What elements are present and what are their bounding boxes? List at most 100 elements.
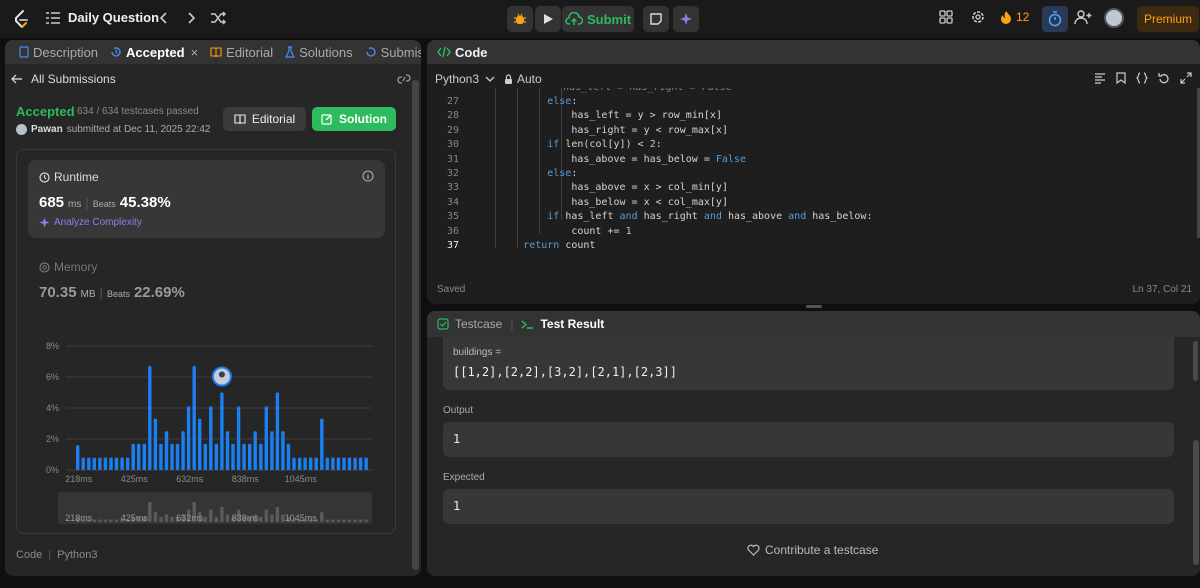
line-number: 35	[446, 211, 459, 223]
chart-bar	[347, 457, 352, 470]
line-code: count += 1	[571, 225, 632, 237]
curly-braces-icon[interactable]	[1136, 72, 1148, 84]
info-icon[interactable]	[362, 170, 374, 182]
close-tab-icon[interactable]: ×	[191, 45, 199, 60]
tab-testcase[interactable]: Testcase	[455, 317, 502, 331]
save-status: Saved	[437, 284, 466, 295]
daily-question-nav[interactable]: Daily Question	[46, 10, 159, 25]
line-code: has_right = y < row_max[x]	[571, 124, 728, 136]
chart-bar	[303, 457, 307, 470]
code-footer-language: Python3	[57, 549, 98, 561]
prev-problem-icon[interactable]	[158, 10, 170, 26]
language-selector[interactable]: Python3	[435, 72, 495, 86]
maximize-icon[interactable]	[1180, 72, 1192, 84]
document-icon	[19, 46, 29, 58]
reset-icon[interactable]	[1158, 72, 1170, 84]
debug-button[interactable]	[507, 6, 533, 32]
code-line: 34 has_below = x < col_max[y]	[427, 196, 1187, 210]
runtime-card[interactable]: Runtime 685 ms | Beats 45.38% Analyze Co…	[28, 160, 385, 238]
next-problem-icon[interactable]	[185, 10, 197, 26]
chart-bar	[320, 418, 324, 470]
top-bar: Daily Question Submit 12 Premium	[0, 0, 1200, 38]
streak-counter[interactable]: 12	[1000, 10, 1029, 24]
layout-grid-icon[interactable]	[938, 9, 954, 25]
code-line: 33 has_above = x > col_min[y]	[427, 181, 1187, 195]
tab-test-result[interactable]: Test Result	[540, 317, 604, 331]
run-button[interactable]	[535, 6, 561, 32]
line-code: else:	[547, 168, 578, 179]
contribute-testcase-label: Contribute a testcase	[765, 543, 879, 557]
shuffle-icon[interactable]	[210, 10, 226, 26]
chart-bar	[253, 431, 257, 471]
tab-solutions-label: Solutions	[299, 44, 353, 60]
premium-button[interactable]: Premium	[1137, 6, 1199, 32]
code-line: 35 if has_left and has_right and has_abo…	[427, 210, 1187, 224]
user-avatar[interactable]	[1104, 8, 1124, 28]
chart-bar	[203, 443, 207, 470]
brush-bar	[92, 519, 96, 522]
brush-tick-label: 425ms	[121, 513, 149, 523]
chart-bar	[76, 445, 80, 470]
contribute-testcase-link[interactable]: Contribute a testcase	[747, 543, 878, 557]
code-area[interactable]: has_left = has_right = False 27 else:28 …	[427, 88, 1200, 278]
chart-bar	[342, 457, 346, 470]
settings-gear-icon[interactable]	[970, 9, 986, 25]
solution-button[interactable]: Solution	[312, 107, 396, 131]
panel-resize-handle[interactable]	[806, 305, 822, 308]
submitter-name[interactable]: Pawan	[31, 124, 63, 135]
play-icon	[542, 13, 554, 25]
output-value[interactable]: 1	[453, 432, 460, 446]
tab-solutions[interactable]: Solutions	[279, 40, 358, 64]
input-value[interactable]: [[1,2],[2,2],[3,2],[2,1],[2,3]]	[453, 365, 677, 379]
chart-bar	[314, 457, 318, 470]
ai-assist-button[interactable]	[673, 6, 699, 32]
format-lines-icon[interactable]	[1094, 72, 1106, 84]
line-number: 27	[446, 96, 459, 107]
chart-bar	[109, 457, 113, 470]
solution-button-label: Solution	[339, 112, 387, 126]
runtime-beats-value: 45.38%	[119, 194, 171, 211]
leetcode-logo-icon[interactable]	[12, 9, 30, 29]
brush-bar	[320, 512, 324, 522]
test-panel-scrollbar[interactable]	[1193, 440, 1199, 565]
brush-bar	[270, 514, 274, 522]
line-code: else:	[547, 96, 578, 107]
tab-description[interactable]: Description	[13, 40, 104, 64]
share-link-icon[interactable]	[397, 73, 411, 85]
add-friend-icon[interactable]	[1074, 9, 1092, 25]
analyze-complexity-button[interactable]: Analyze Complexity	[39, 217, 142, 228]
notes-button[interactable]	[643, 6, 669, 32]
line-code: return count	[523, 240, 596, 251]
chart-bar	[220, 392, 224, 470]
chart-bar	[192, 366, 196, 470]
flask-icon	[285, 46, 296, 58]
code-brackets-icon	[437, 46, 451, 58]
timer-button[interactable]	[1042, 6, 1068, 32]
all-submissions-link[interactable]: All Submissions	[11, 72, 116, 86]
tab-editorial[interactable]: Editorial	[204, 40, 279, 64]
editorial-button[interactable]: Editorial	[223, 107, 306, 131]
brush-tick-label: 632ms	[176, 513, 204, 523]
line-code: has_above = x > col_min[y]	[571, 182, 728, 194]
code-language-row: Code | Python3	[16, 549, 98, 561]
left-panel-scrollbar[interactable]	[412, 80, 419, 570]
chart-bar	[98, 457, 102, 470]
chart-bar	[120, 457, 124, 470]
brush-tick-label: 1045ms	[285, 513, 318, 523]
submit-button[interactable]: Submit	[562, 6, 634, 32]
line-number: 29	[446, 124, 459, 136]
submitted-time: submitted at Dec 11, 2025 22:42	[66, 124, 211, 135]
code-line: 30 if len(col[y]) < 2:	[427, 138, 1187, 152]
bug-icon	[513, 12, 527, 26]
auto-mode-toggle[interactable]: Auto	[504, 72, 542, 86]
expected-value[interactable]: 1	[453, 499, 460, 513]
runtime-distribution-chart[interactable]: 8% 6% 4% 2% 0% 218ms 425ms 632ms 838ms 1045ms 218m…	[32, 340, 382, 530]
memory-title[interactable]: Memory	[39, 260, 97, 274]
tab-submissions[interactable]: Submissions	[359, 40, 421, 64]
brush-bar	[170, 516, 174, 522]
line-code: if len(col[y]) < 2:	[547, 139, 662, 151]
tab-accepted[interactable]: Accepted ×	[104, 40, 204, 64]
bookmark-icon[interactable]	[1116, 72, 1126, 84]
chart-bar	[137, 443, 141, 470]
test-upper-scrollbar[interactable]	[1193, 341, 1198, 381]
